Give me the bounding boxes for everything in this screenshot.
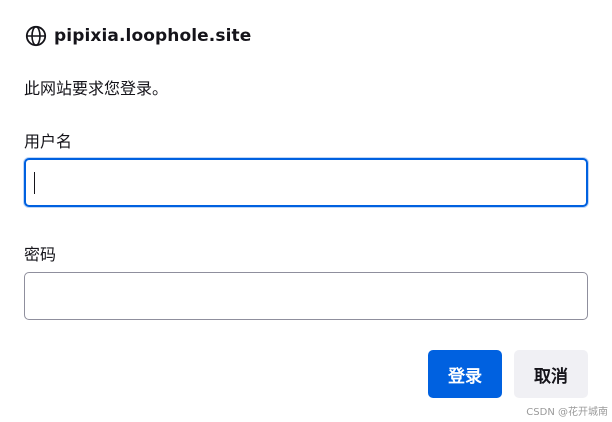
text-caret xyxy=(34,172,35,194)
username-label: 用户名 xyxy=(24,132,73,151)
login-button[interactable]: 登录 xyxy=(428,350,502,398)
username-input[interactable] xyxy=(24,158,588,207)
cancel-button[interactable]: 取消 xyxy=(514,350,588,398)
auth-dialog: pipixia.loophole.site 此网站要求您登录。 用户名 密码 登… xyxy=(0,0,612,422)
password-input[interactable] xyxy=(24,272,588,320)
watermark: CSDN @花开城南 xyxy=(526,407,608,418)
globe-icon xyxy=(24,24,48,48)
origin-header: pipixia.loophole.site xyxy=(24,24,251,48)
origin-host: pipixia.loophole.site xyxy=(54,26,252,46)
password-label: 密码 xyxy=(24,245,57,264)
login-required-message: 此网站要求您登录。 xyxy=(24,79,169,98)
